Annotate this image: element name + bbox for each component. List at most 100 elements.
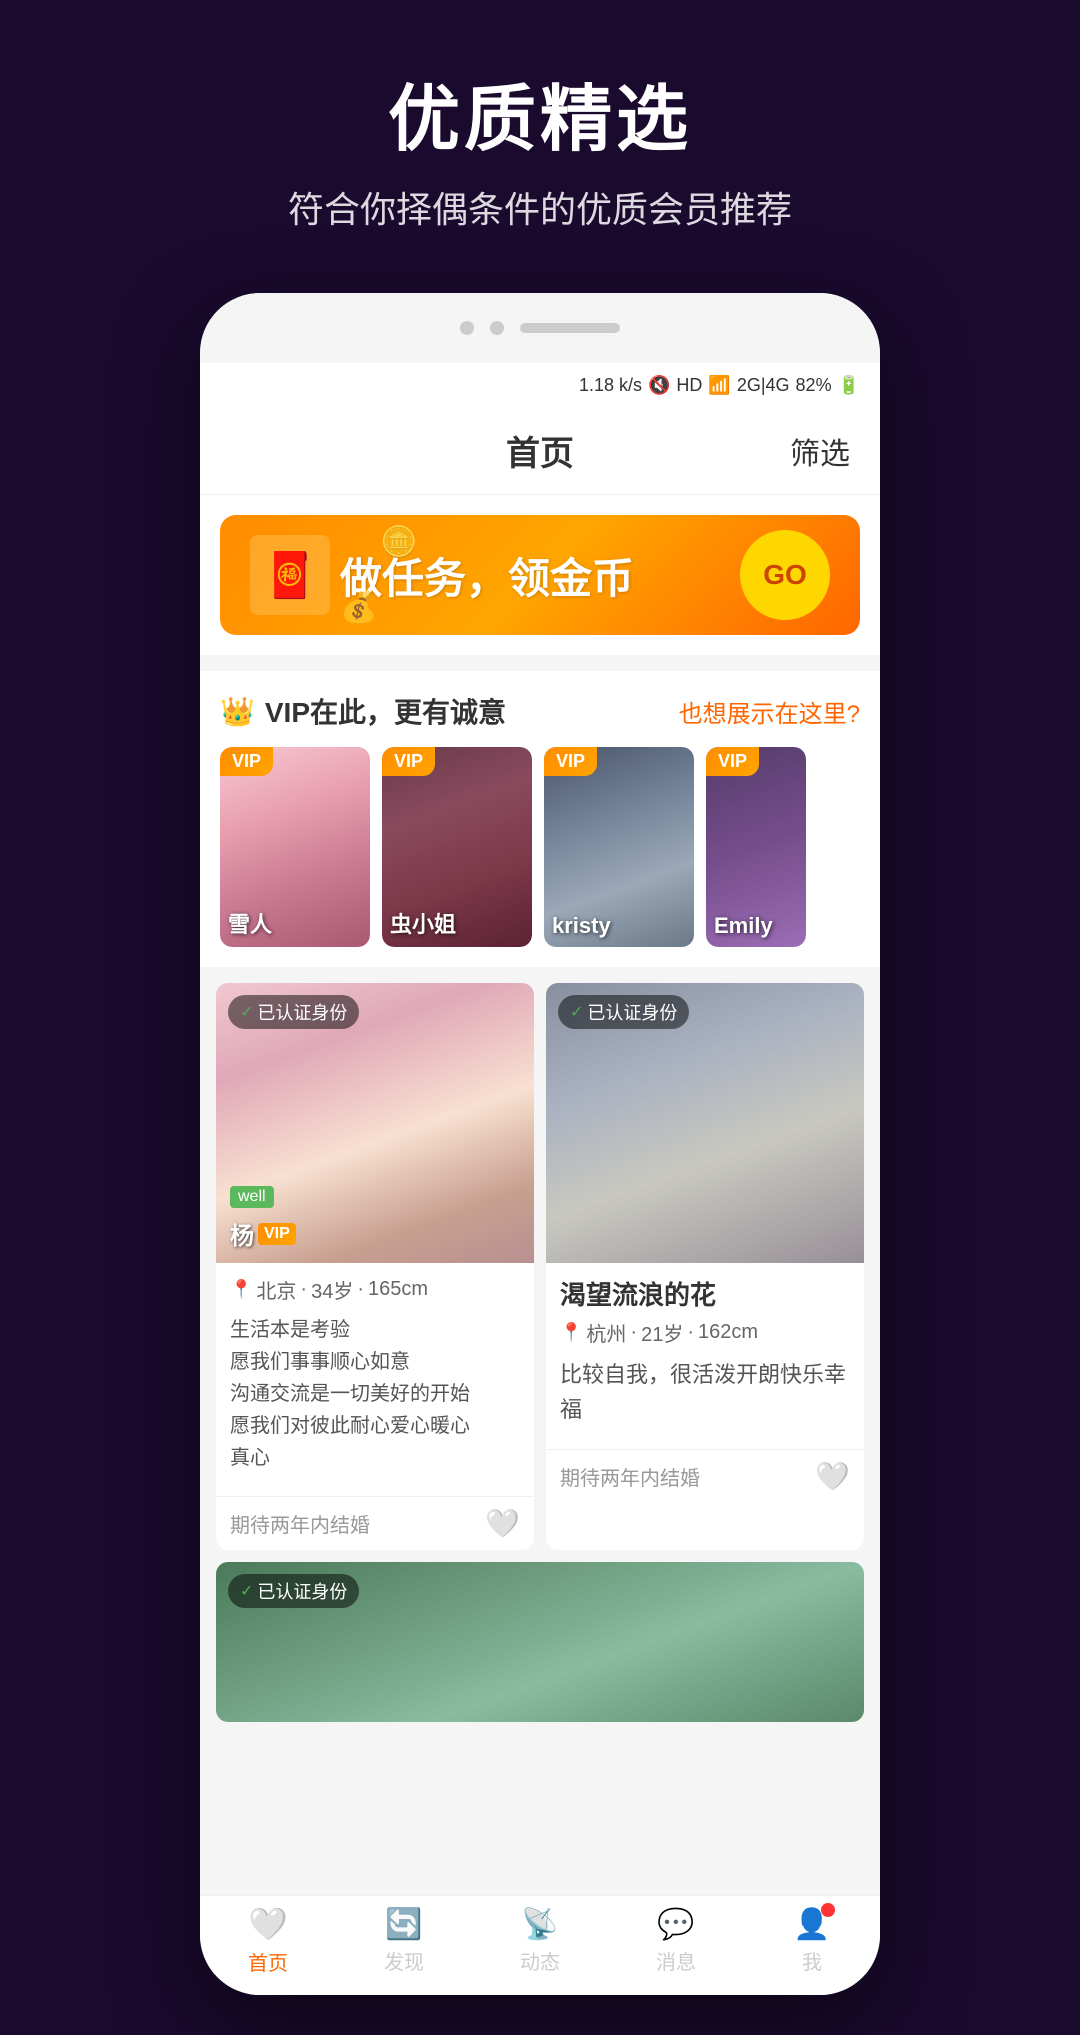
banner-go-button[interactable]: GO — [740, 530, 830, 620]
vip-title: VIP在此，更有诚意 — [265, 691, 506, 731]
vip-card-1[interactable]: VIP 雪人 — [220, 747, 370, 947]
vip-title-group: 👑 VIP在此，更有诚意 — [220, 691, 506, 731]
notch-speaker — [520, 323, 620, 333]
verified-text-2: 已认证身份 — [587, 999, 677, 1025]
partial-profile-section: ✓ 已认证身份 — [200, 1550, 880, 1722]
vip-user-name-2: 虫小姐 — [390, 907, 456, 939]
like-button-2[interactable]: 🤍 — [815, 1460, 850, 1493]
profile-card-3[interactable]: ✓ 已认证身份 — [216, 1562, 864, 1722]
status-signal: 2G|4G — [737, 375, 790, 396]
coin-icon-1: 🪙 — [380, 525, 417, 560]
nav-item-profile[interactable]: 👤 我 — [762, 1907, 862, 1975]
verified-text-3: 已认证身份 — [257, 1578, 347, 1604]
profile-bio-2: 比较自我，很活泼开朗快乐幸福 — [560, 1357, 850, 1427]
check-icon-1: ✓ — [240, 1002, 253, 1022]
nav-item-dynamic[interactable]: 📡 动态 — [490, 1907, 590, 1975]
profile-bio-1: 生活本是考验 愿我们事事顺心如意 沟通交流是一切美好的开始 愿我们对彼此耐心爱心… — [230, 1314, 520, 1474]
profile-dot-2: · — [357, 1278, 364, 1301]
nav-item-home[interactable]: 🤍 首页 — [218, 1905, 318, 1976]
task-banner[interactable]: 🧧 做任务，领金币 🪙 💰 GO — [220, 515, 860, 635]
crown-icon: 👑 — [220, 695, 255, 728]
like-button-1[interactable]: 🤍 — [485, 1507, 520, 1540]
vip-badge-2: VIP — [382, 747, 435, 776]
profile-nav-badge-container: 👤 — [793, 1907, 830, 1942]
vip-inline-badge-1: VIP — [258, 1223, 296, 1245]
profile-dot-1: · — [300, 1278, 307, 1301]
profile-details-1: 📍 北京 · 34岁 · 165cm — [230, 1275, 520, 1304]
profile-details-2: 📍 杭州 · 21岁 · 162cm — [560, 1318, 850, 1347]
nav-label-dynamic: 动态 — [520, 1946, 560, 1975]
profile-height-2: 162cm — [698, 1321, 758, 1344]
nav-label-home: 首页 — [248, 1947, 288, 1976]
status-wifi-icon: 📶 — [708, 375, 730, 396]
profile-photo-1: ✓ 已认证身份 well 杨 VIP — [216, 983, 534, 1263]
profile-height-1: 165cm — [368, 1278, 428, 1301]
page-title: 首页 — [506, 426, 574, 475]
discover-icon: 🔄 — [385, 1907, 422, 1942]
notch-camera — [460, 321, 474, 335]
main-subtitle: 符合你择偶条件的优质会员推荐 — [40, 181, 1040, 233]
app-nav-header: 首页 筛选 — [200, 407, 880, 495]
vip-card-2[interactable]: VIP 虫小姐 — [382, 747, 532, 947]
status-battery: 82% — [796, 375, 832, 396]
status-hd: HD — [676, 375, 702, 396]
verified-badge-3: ✓ 已认证身份 — [228, 1574, 359, 1608]
vip-badge-3: VIP — [544, 747, 597, 776]
vip-badge-1: VIP — [220, 747, 273, 776]
profile-age-2: 21岁 — [641, 1318, 683, 1347]
status-speed: 1.18 k/s — [579, 375, 642, 396]
location-icon-2: 📍 — [560, 1322, 582, 1343]
verified-badge-1: ✓ 已认证身份 — [228, 995, 359, 1029]
status-battery-icon: 🔋 — [838, 375, 860, 396]
bottom-navigation: 🤍 首页 🔄 发现 📡 动态 💬 消息 👤 我 — [200, 1895, 880, 1995]
notch-sensor — [490, 321, 504, 335]
vip-header: 👑 VIP在此，更有诚意 也想展示在这里? — [220, 691, 860, 731]
profile-location-1: 北京 — [256, 1275, 296, 1304]
marriage-plan-2: 期待两年内结婚 — [560, 1462, 700, 1491]
home-heart-icon: 🤍 — [248, 1905, 288, 1943]
profile-age-1: 34岁 — [311, 1275, 353, 1304]
vip-card-4[interactable]: VIP Emily — [706, 747, 806, 947]
well-badge-1: well — [230, 1186, 274, 1208]
nav-label-message: 消息 — [656, 1946, 696, 1975]
profile-info-1: 📍 北京 · 34岁 · 165cm 生活本是考验 愿我们事事顺心如意 沟通交流… — [216, 1263, 534, 1496]
nav-item-discover[interactable]: 🔄 发现 — [354, 1907, 454, 1975]
verified-text-1: 已认证身份 — [257, 999, 347, 1025]
location-icon-1: 📍 — [230, 1279, 252, 1300]
marriage-plan-1: 期待两年内结婚 — [230, 1509, 370, 1538]
vip-badge-4: VIP — [706, 747, 759, 776]
vip-section: 👑 VIP在此，更有诚意 也想展示在这里? VIP 雪人 VIP 虫小姐 — [200, 671, 880, 967]
profile-location-2: 杭州 — [586, 1318, 626, 1347]
vip-showcase-link[interactable]: 也想展示在这里? — [679, 694, 860, 729]
profile-card-2[interactable]: ✓ 已认证身份 渴望流浪的花 📍 杭州 · 21岁 · 162cm 比较自我，很… — [546, 983, 864, 1550]
main-title: 优质精选 — [40, 60, 1040, 165]
banner-left: 🧧 做任务，领金币 — [250, 535, 634, 615]
check-icon-2: ✓ — [570, 1002, 583, 1022]
vip-user-name-3: kristy — [552, 913, 611, 939]
profile-footer-1: 期待两年内结婚 🤍 — [216, 1496, 534, 1550]
vip-card-3[interactable]: VIP kristy — [544, 747, 694, 947]
status-mute-icon: 🔇 — [648, 375, 670, 396]
nav-item-message[interactable]: 💬 消息 — [626, 1907, 726, 1975]
profile-info-2: 渴望流浪的花 📍 杭州 · 21岁 · 162cm 比较自我，很活泼开朗快乐幸福 — [546, 1263, 864, 1449]
profile-initial-1: 杨 — [230, 1216, 254, 1251]
nav-label-discover: 发现 — [384, 1946, 424, 1975]
profile-dot-4: · — [687, 1321, 694, 1344]
profile-card-1[interactable]: ✓ 已认证身份 well 杨 VIP 📍 — [216, 983, 534, 1550]
app-content: 🧧 做任务，领金币 🪙 💰 GO 👑 VIP在此，更有诚意 也想展示在这里? — [200, 495, 880, 1895]
profile-grid: ✓ 已认证身份 well 杨 VIP 📍 — [200, 983, 880, 1550]
phone-frame: 1.18 k/s 🔇 HD 📶 2G|4G 82% 🔋 首页 筛选 🧧 做任务，… — [200, 293, 880, 1995]
broadcast-icon: 📡 — [521, 1907, 558, 1942]
filter-button[interactable]: 筛选 — [790, 429, 850, 473]
verified-badge-2: ✓ 已认证身份 — [558, 995, 689, 1029]
profile-dot-3: · — [630, 1321, 637, 1344]
status-bar: 1.18 k/s 🔇 HD 📶 2G|4G 82% 🔋 — [200, 363, 880, 407]
phone-notch — [200, 293, 880, 363]
banner-figure-icon: 🧧 — [250, 535, 330, 615]
profile-photo-2: ✓ 已认证身份 — [546, 983, 864, 1263]
coin-icon-2: 💰 — [340, 590, 377, 625]
profile-name-2: 渴望流浪的花 — [560, 1275, 850, 1312]
app-header-section: 优质精选 符合你择偶条件的优质会员推荐 — [0, 0, 1080, 273]
profile-footer-2: 期待两年内结婚 🤍 — [546, 1449, 864, 1503]
nav-label-profile: 我 — [802, 1946, 822, 1975]
